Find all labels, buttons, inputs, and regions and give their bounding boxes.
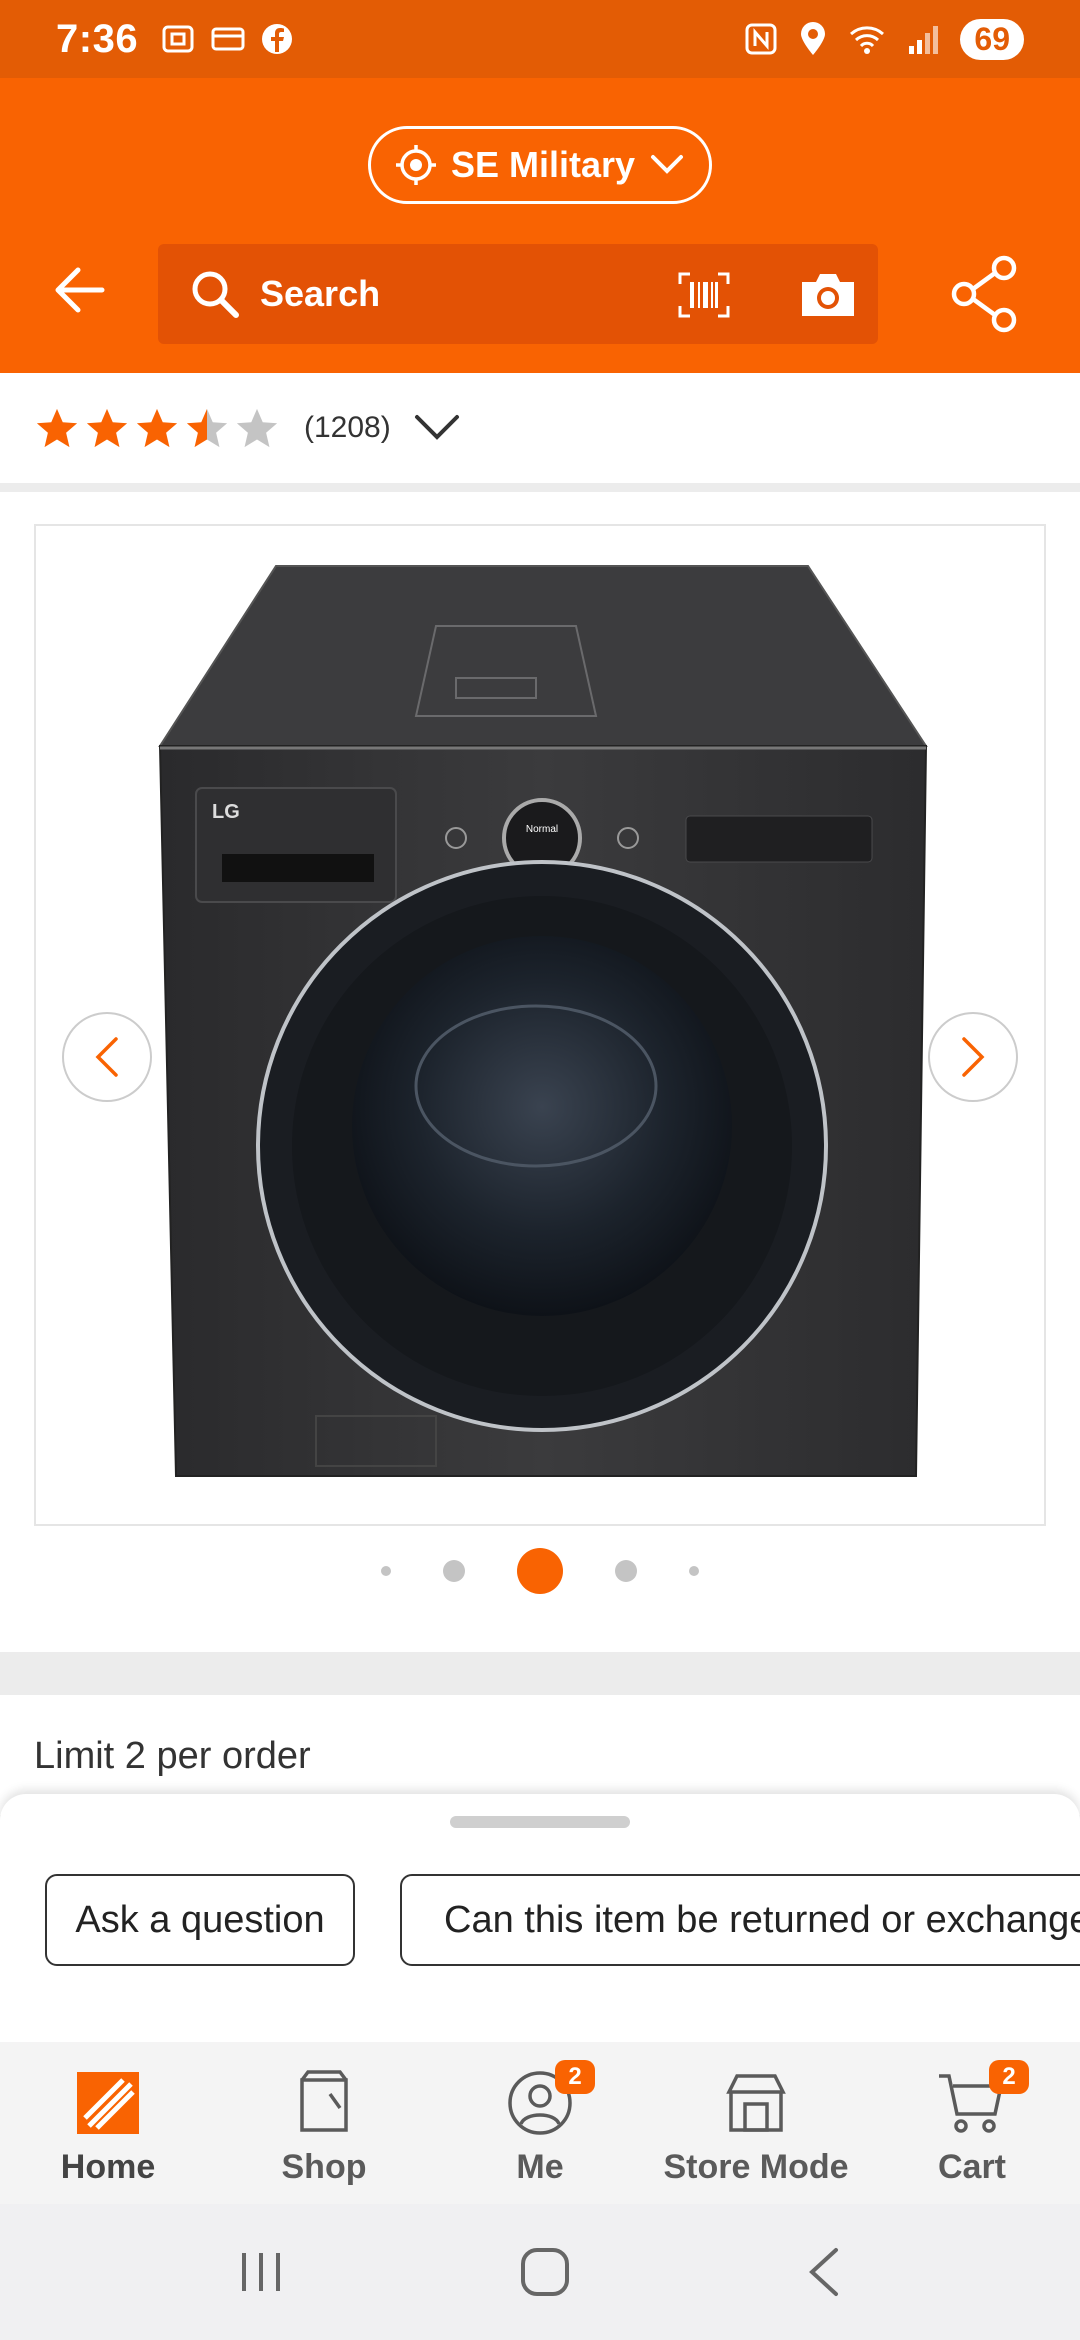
star-rating xyxy=(34,405,280,451)
search-icon xyxy=(192,271,239,318)
store-name: SE Military xyxy=(450,144,636,185)
status-notification-icons xyxy=(160,21,294,57)
barcode-scan-icon[interactable] xyxy=(678,272,730,318)
status-system-icons: 69 xyxy=(744,18,1024,60)
washer-dryer-image: LG Normal xyxy=(158,565,928,1477)
home-button-icon[interactable] xyxy=(519,2246,571,2298)
pagination-dot[interactable] xyxy=(443,1560,465,1582)
wifi-icon xyxy=(850,26,885,54)
nfc-icon xyxy=(745,23,777,55)
sheet-drag-handle[interactable] xyxy=(450,1816,630,1828)
quick-questions-sheet[interactable]: Ask a question Can this item be returned… xyxy=(0,1794,1080,2042)
system-back-icon[interactable] xyxy=(804,2246,844,2298)
nav-item-me[interactable]: 2 Me xyxy=(432,2042,648,2204)
battery-level: 69 xyxy=(960,18,1024,60)
home-depot-logo-icon xyxy=(77,2072,139,2134)
bottom-navigation: Home Shop 2 Me Store Mode 2 Cart xyxy=(0,2042,1080,2204)
return-question-label: Can this item be returned or exchanged? xyxy=(444,1898,1080,1941)
search-placeholder: Search xyxy=(260,273,381,314)
nav-item-cart[interactable]: 2 Cart xyxy=(864,2042,1080,2204)
pagination-dot[interactable] xyxy=(615,1560,637,1582)
pagination-dot[interactable] xyxy=(689,1566,699,1576)
dial-text: Normal xyxy=(526,824,558,835)
star-icon xyxy=(186,408,228,448)
rating-row[interactable]: (1208) xyxy=(0,373,1080,483)
wallet-icon xyxy=(211,27,245,51)
brand-logo-text: LG xyxy=(212,801,240,823)
status-bar: 7:36 69 xyxy=(0,0,1080,78)
cart-badge: 2 xyxy=(989,2060,1029,2094)
nav-item-store-mode[interactable]: Store Mode xyxy=(648,2042,864,2204)
nav-label-home: Home xyxy=(60,2148,156,2186)
system-navigation-bar xyxy=(0,2204,1080,2340)
star-icon xyxy=(136,408,178,448)
ask-question-label: Ask a question xyxy=(75,1898,325,1941)
facebook-icon xyxy=(262,24,293,54)
search-input[interactable]: Search xyxy=(158,244,878,344)
location-icon xyxy=(801,22,826,55)
me-badge: 2 xyxy=(555,2060,595,2094)
store-icon xyxy=(726,2074,786,2132)
shop-bag-icon xyxy=(300,2070,348,2132)
nav-item-home[interactable]: Home xyxy=(0,2042,216,2204)
location-target-icon xyxy=(395,145,436,185)
signal-icon xyxy=(909,26,939,54)
back-arrow-icon[interactable] xyxy=(48,258,112,322)
pagination-dot[interactable] xyxy=(381,1566,391,1576)
nav-item-shop[interactable]: Shop xyxy=(216,2042,432,2204)
pagination-dot-active[interactable] xyxy=(517,1548,563,1594)
screenshot-icon xyxy=(162,25,194,53)
nav-label-store-mode: Store Mode xyxy=(663,2148,849,2186)
header: SE Military Search xyxy=(0,78,1080,373)
chevron-down-icon xyxy=(651,155,684,174)
chevron-down-icon[interactable] xyxy=(413,413,461,443)
purchase-limit-text: Limit 2 per order xyxy=(34,1735,311,1777)
previous-image-button[interactable] xyxy=(62,1012,152,1102)
chevron-right-icon xyxy=(962,1037,985,1077)
return-question-chip[interactable]: Can this item be returned or exchanged? xyxy=(400,1874,1080,1966)
nav-label-shop: Shop xyxy=(281,2148,367,2186)
camera-icon[interactable] xyxy=(798,268,858,320)
star-icon xyxy=(236,408,278,448)
chevron-left-icon xyxy=(95,1037,118,1077)
next-image-button[interactable] xyxy=(928,1012,1018,1102)
store-selector-button[interactable]: SE Military xyxy=(368,126,712,204)
share-icon[interactable] xyxy=(948,254,1020,334)
nav-label-cart: Cart xyxy=(937,2148,1007,2186)
star-icon xyxy=(86,408,128,448)
product-image-gallery: LG Normal xyxy=(0,492,1080,1652)
image-pagination-dots[interactable] xyxy=(0,1548,1080,1594)
product-image[interactable]: LG Normal xyxy=(34,524,1046,1526)
status-time: 7:36 xyxy=(56,16,139,61)
star-icon xyxy=(36,408,78,448)
review-count: (1208) xyxy=(304,411,391,444)
recent-apps-icon[interactable] xyxy=(236,2249,286,2295)
nav-label-me: Me xyxy=(516,2148,564,2186)
ask-question-button[interactable]: Ask a question xyxy=(45,1874,355,1966)
